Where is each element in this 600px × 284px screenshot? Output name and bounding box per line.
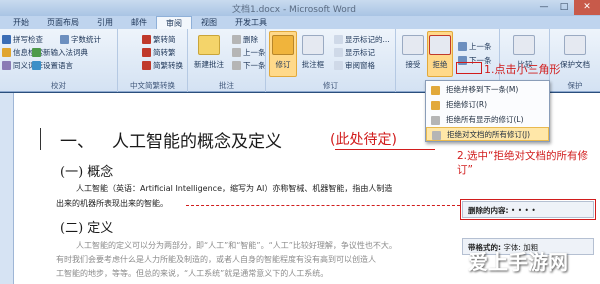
trad-to-simp-button[interactable]: 繁转简 [142,34,176,45]
reject-icon [432,131,441,140]
maximize-button[interactable]: □ [554,0,574,15]
next-comment-button[interactable]: 下一条 [232,60,266,71]
accept-icon [402,35,424,55]
new-dictionary-button[interactable]: 新输入法词典 [32,47,88,58]
delete-comment-button[interactable]: 删除 [232,34,258,45]
tab-view[interactable]: 视图 [192,16,226,29]
annotation-arrow-box [456,62,482,74]
window-controls: — □ ✕ [534,0,600,16]
word-count-button[interactable]: 字数统计 [60,34,101,45]
group-proofing: 拼写检查 字数统计 信息检索 新输入法词典 同义词库 设置语言 校对 [0,29,118,92]
close-button[interactable]: ✕ [574,0,600,15]
compare-icon [513,35,535,55]
convert-icon [142,48,151,57]
simp-to-trad-button[interactable]: 简转繁 [142,47,176,58]
markup-icon [334,48,343,57]
title-bar: 文档1.docx - Microsoft Word — □ ✕ [0,0,600,16]
tab-page-layout[interactable]: 页面布局 [38,16,88,29]
paragraph-line: 人工智能的定义可以分为两部分，即“人工”和“智能”。“人工”比较好理解，争议性也… [76,241,397,250]
annotation-step-1: 1.点击小三角形 [484,63,561,76]
display-for-review-select[interactable]: 显示标记的... [334,34,390,45]
group-label-chinese: 中文简繁转换 [130,81,175,90]
reject-icon [431,101,440,110]
globe-icon [32,61,41,70]
menu-item-reject-all-shown[interactable]: 拒绝所有显示的修订(L) [426,113,549,127]
balloons-button[interactable]: 批注框 [296,59,330,70]
ribbon-tabs: 开始 页面布局 引用 邮件 审阅 视图 开发工具 [0,16,600,29]
book-icon [2,48,11,57]
reject-icon [431,116,440,125]
menu-item-reject-change[interactable]: 拒绝修订(R) [426,98,549,112]
new-comment-icon [198,35,220,55]
reject-dropdown-menu: 拒绝并移到下一条(M) 拒绝修订(R) 拒绝所有显示的修订(L) 拒绝对文档的所… [425,80,550,142]
convert-icon [142,61,151,70]
display-icon [334,35,343,44]
pane-icon [334,61,343,70]
tab-developer[interactable]: 开发工具 [226,16,276,29]
prev-icon [458,42,467,51]
reject-icon [431,86,440,95]
text-cursor [40,128,41,150]
heading-2-concept: (一) 概念 [60,165,114,180]
minimize-button[interactable]: — [534,0,554,15]
watermark-logo: 爱上手游网 [468,250,568,274]
reject-icon [429,35,451,55]
tab-mailings[interactable]: 邮件 [122,16,156,29]
deleted-balloon-highlight [460,199,596,220]
window-title: 文档1.docx - Microsoft Word [232,5,357,15]
dictionary-icon [32,48,41,57]
annotation-step-2: 2.选中“拒绝对文档的所有修订” [457,150,588,176]
group-label-comments: 批注 [219,81,234,90]
prev-change-button[interactable]: 上一条 [458,41,492,52]
paragraph-line: 人工智能（英语：Artificial Intelligence，缩写为 AI）亦… [76,184,393,193]
show-markup-button[interactable]: 显示标记 [334,47,375,58]
prev-comment-button[interactable]: 上一条 [232,47,266,58]
protect-icon [564,35,586,55]
next-icon [232,61,241,70]
tab-review[interactable]: 审阅 [156,16,192,29]
track-changes-button[interactable]: 修订 [266,59,300,70]
paragraph-line: 工智能的地步，等等。但总的来说，“人工系统”就是通常意义下的人工系统。 [56,269,329,278]
group-chinese-conversion: 繁转简 简转繁 简繁转换 中文简繁转换 [118,29,188,92]
balloons-icon [302,35,324,55]
protect-document-button[interactable]: 保护文档 [558,59,592,70]
paragraph-line: 出来的机器所表现出来的智能。 [56,199,168,208]
reviewing-pane-button[interactable]: 审阅窗格 [334,60,375,71]
heading-note-underline [335,149,435,150]
spellcheck-button[interactable]: 拼写检查 [2,34,43,45]
count-icon [60,35,69,44]
reject-button[interactable]: 拒绝 [423,59,457,70]
set-language-button[interactable]: 设置语言 [32,60,73,71]
group-label-proofing: 校对 [51,81,66,90]
group-label-protect: 保护 [567,81,583,90]
heading-note: (此处待定) [330,132,397,148]
group-label-tracking: 修订 [323,81,338,90]
tab-home[interactable]: 开始 [4,16,38,29]
heading-1: 一、 人工智能的概念及定义 [60,132,282,152]
simp-trad-conversion-button[interactable]: 简繁转换 [142,60,183,71]
convert-icon [142,35,151,44]
heading-2-definition: (二) 定义 [60,221,114,236]
menu-item-reject-and-next[interactable]: 拒绝并移到下一条(M) [426,83,549,97]
balloon-connector [186,205,460,206]
track-changes-icon [272,35,294,55]
delete-icon [232,35,241,44]
group-tracking: 修订 批注框 显示标记的... 显示标记 审阅窗格 修订 [266,29,396,92]
vertical-ruler [0,93,14,284]
new-comment-button[interactable]: 新建批注 [192,59,226,70]
thesaurus-icon [2,61,11,70]
menu-item-reject-all[interactable]: 拒绝对文档的所有修订(J) [426,127,549,141]
prev-icon [232,48,241,57]
paragraph-line: 有时我们会要考虑什么是人力所能及制造的，或者人自身的智能程度有没有高到可以创造人 [56,255,376,264]
abc-icon [2,35,11,44]
tab-references[interactable]: 引用 [88,16,122,29]
group-comments: 新建批注 删除 上一条 下一条 批注 [188,29,266,92]
